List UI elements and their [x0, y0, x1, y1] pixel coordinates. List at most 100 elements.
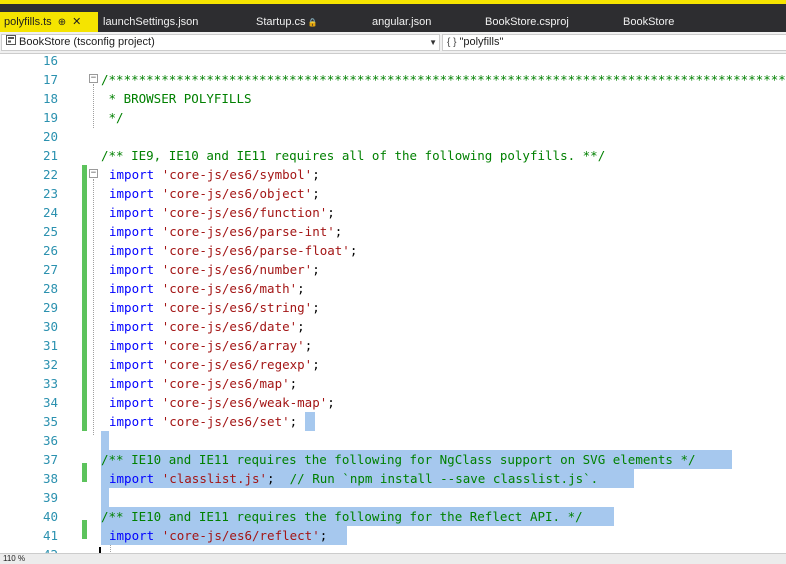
keyword: import — [109, 224, 155, 239]
project-icon — [6, 35, 16, 50]
keyword: import — [109, 243, 155, 258]
keyword: import — [109, 167, 155, 182]
keyword: import — [109, 395, 155, 410]
code-line: import 'core-js/es6/number'; — [0, 260, 786, 279]
selection-highlight — [101, 431, 109, 450]
code-line: import 'core-js/es6/array'; — [0, 336, 786, 355]
punctuation: ; — [327, 395, 335, 410]
selection-highlight — [305, 412, 315, 431]
string-literal: 'core-js/es6/object' — [161, 186, 313, 201]
punctuation: ; — [319, 528, 328, 543]
tab-launchsettings-json[interactable]: launchSettings.json — [103, 12, 198, 32]
scope-dropdown[interactable]: { } "polyfills" — [442, 34, 786, 51]
pin-icon[interactable]: ⊕ — [58, 17, 66, 28]
code-line: import 'core-js/es6/symbol'; — [0, 165, 786, 184]
tab-label: launchSettings.json — [103, 16, 199, 28]
keyword: import — [109, 319, 155, 334]
string-literal: 'core-js/es6/date' — [161, 319, 298, 334]
code-line: */ — [101, 110, 124, 125]
keyword: import — [109, 281, 155, 296]
string-literal: 'core-js/es6/map' — [161, 376, 290, 391]
keyword: import — [109, 376, 155, 391]
zoom-level[interactable]: 110 % — [3, 555, 25, 563]
string-literal: 'core-js/es6/string' — [161, 300, 313, 315]
code-line: import 'core-js/es6/parse-int'; — [0, 222, 786, 241]
close-icon[interactable]: ✕ — [72, 16, 81, 28]
string-literal: 'core-js/es6/reflect' — [161, 528, 320, 543]
code-line: import 'core-js/es6/function'; — [0, 203, 786, 222]
code-line: import 'core-js/es6/parse-float'; — [0, 241, 786, 260]
tab-bookstore[interactable]: BookStore — [623, 12, 674, 32]
line-number: 16 — [42, 54, 58, 68]
punctuation: ; — [304, 338, 313, 353]
braces-icon: { } — [447, 37, 457, 48]
string-literal: 'core-js/es6/array' — [161, 338, 305, 353]
keyword: import — [109, 338, 155, 353]
chevron-down-icon: ▼ — [429, 38, 437, 47]
selection-highlight — [101, 488, 109, 507]
string-literal: 'core-js/es6/weak-map' — [161, 395, 328, 410]
punctuation: ; — [312, 186, 320, 201]
punctuation: ; — [349, 243, 358, 258]
punctuation: ; — [267, 471, 290, 486]
keyword: import — [109, 300, 155, 315]
keyword: import — [109, 528, 155, 543]
code-line: import 'core-js/es6/regexp'; — [0, 355, 786, 374]
tab-startup-cs[interactable]: Startup.cs 🔒 — [256, 12, 318, 32]
code-editor[interactable]: 16 17 18 19 20 21 22 23 24 25 26 27 28 2… — [0, 54, 786, 553]
keyword: import — [109, 414, 155, 429]
string-literal: 'core-js/es6/parse-int' — [161, 224, 335, 239]
string-literal: 'core-js/es6/symbol' — [161, 167, 313, 182]
tab-angular-json[interactable]: angular.json — [372, 12, 431, 32]
code-line: import 'core-js/es6/math'; — [0, 279, 786, 298]
code-line: import 'core-js/es6/string'; — [0, 298, 786, 317]
punctuation: ; — [289, 376, 298, 391]
project-dropdown[interactable]: BookStore (tsconfig project) ▼ — [1, 34, 440, 51]
punctuation: ; — [327, 205, 335, 220]
string-literal: 'core-js/es6/number' — [161, 262, 313, 277]
navigation-bar: BookStore (tsconfig project) ▼ { } "polyf… — [0, 32, 786, 54]
punctuation: ; — [297, 319, 305, 334]
code-line: import 'core-js/es6/date'; — [0, 317, 786, 336]
document-tab-strip: polyfills.ts ⊕ ✕ launchSettings.json Start… — [0, 12, 786, 32]
tab-label: Startup.cs — [256, 16, 306, 28]
code-line: import 'core-js/es6/map'; — [0, 374, 786, 393]
code-line: import 'core-js/es6/set'; — [0, 412, 786, 431]
keyword: import — [109, 262, 155, 277]
string-literal: 'classlist.js' — [161, 471, 268, 486]
keyword: import — [109, 471, 155, 486]
code-line: * BROWSER POLYFILLS — [101, 91, 252, 106]
punctuation: ; — [312, 357, 320, 372]
status-bar: 110 % — [0, 553, 786, 564]
code-line: /***************************************… — [101, 72, 786, 87]
project-dropdown-label: BookStore (tsconfig project) — [19, 36, 155, 48]
string-literal: 'core-js/es6/parse-float' — [161, 243, 350, 258]
punctuation: ; — [312, 167, 320, 182]
tab-label: BookStore.csproj — [485, 16, 569, 28]
code-line: /** IE9, IE10 and IE11 requires all of t… — [101, 148, 606, 163]
title-bar-strip — [0, 0, 786, 12]
code-line: /** IE10 and IE11 requires the following… — [101, 452, 696, 467]
tab-bookstore-csproj[interactable]: BookStore.csproj — [485, 12, 569, 32]
tab-label: BookStore — [623, 16, 675, 28]
scope-dropdown-label: "polyfills" — [459, 36, 504, 48]
tab-label: polyfills.ts — [4, 16, 52, 28]
tab-polyfills-ts[interactable]: polyfills.ts ⊕ ✕ — [0, 12, 98, 32]
code-line: import 'core-js/es6/weak-map'; — [0, 393, 786, 412]
punctuation: ; — [334, 224, 343, 239]
punctuation: ; — [297, 281, 305, 296]
code-line: import 'classlist.js'; // Run `npm insta… — [109, 469, 598, 488]
code-line: import 'core-js/es6/object'; — [0, 184, 786, 203]
punctuation: ; — [289, 414, 298, 429]
line-number: 20 — [42, 129, 58, 144]
keyword: import — [109, 205, 155, 220]
string-literal: 'core-js/es6/math' — [161, 281, 298, 296]
code-line: import 'core-js/es6/reflect'; — [109, 526, 327, 545]
punctuation: ; — [312, 262, 320, 277]
tab-label: angular.json — [372, 16, 432, 28]
keyword: import — [109, 186, 155, 201]
string-literal: 'core-js/es6/regexp' — [161, 357, 313, 372]
comment: // Run `npm install --save classlist.js`… — [289, 471, 599, 486]
string-literal: 'core-js/es6/set' — [161, 414, 290, 429]
string-literal: 'core-js/es6/function' — [161, 205, 328, 220]
